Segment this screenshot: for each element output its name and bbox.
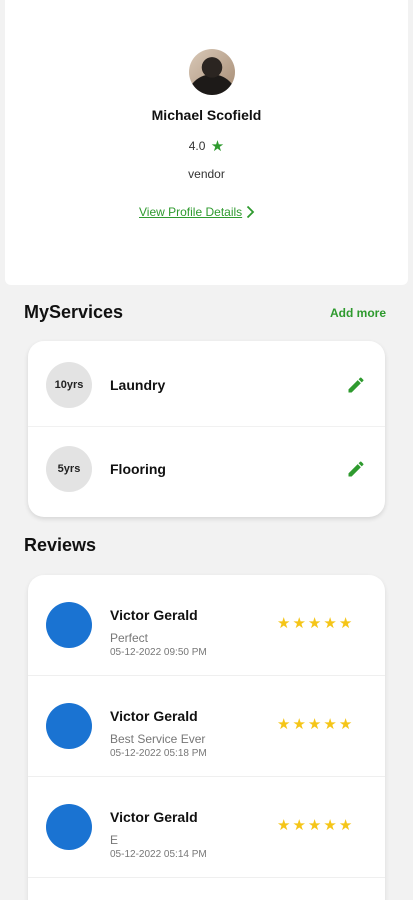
years-badge: 10yrs: [46, 362, 92, 408]
star-icon: ★: [210, 138, 225, 155]
service-name: Laundry: [110, 377, 166, 393]
star-icon: ★: [323, 716, 337, 733]
review-date: 05-12-2022 05:14 PM: [110, 849, 207, 860]
star-icon: ★: [323, 615, 337, 632]
profile-avatar[interactable]: [189, 49, 235, 95]
review-text: E: [110, 833, 119, 847]
review-text: Best Service Ever: [110, 732, 206, 746]
star-icon: ★: [277, 817, 291, 834]
review-item: Victor Gerald Best Service Ever 05-12-20…: [28, 676, 385, 777]
pencil-icon[interactable]: [346, 459, 366, 479]
view-profile-details-label: View Profile Details: [139, 205, 243, 219]
star-icon: ★: [323, 817, 337, 834]
review-item: Victor Gerald E 05-12-2022 05:14 PM ★ ★ ★ ★…: [28, 777, 385, 878]
star-icon: ★: [338, 615, 353, 632]
review-date: 05-12-2022 09:50 PM: [110, 647, 207, 658]
review-date: 05-12-2022 05:18 PM: [110, 748, 207, 759]
service-item[interactable]: 5yrs Flooring: [28, 426, 385, 510]
profile-role: vendor: [188, 167, 225, 181]
reviews-section-title: Reviews: [24, 535, 97, 555]
star-icon: ★: [277, 716, 291, 733]
star-icon: ★: [338, 817, 353, 834]
review-text: Perfect: [110, 631, 149, 645]
star-icon: ★: [292, 615, 306, 632]
star-icon: ★: [307, 615, 322, 632]
star-icon: ★: [277, 615, 291, 632]
reviewer-avatar: [46, 703, 92, 749]
reviewer-avatar: [46, 602, 92, 648]
reviewer-name: Victor Gerald: [110, 809, 198, 825]
services-section-title: MyServices: [24, 302, 124, 322]
star-icon: ★: [292, 716, 306, 733]
rating-value: 4.0: [188, 139, 206, 153]
chevron-right-icon: [247, 205, 255, 219]
reviewer-name: Victor Gerald: [110, 607, 198, 623]
services-card: 10yrs Laundry 5yrs Flooring: [28, 341, 385, 517]
star-icon: ★: [338, 716, 353, 733]
star-icon: ★: [307, 817, 322, 834]
add-more-button[interactable]: Add more: [330, 306, 386, 320]
star-rating: ★ ★ ★ ★ ★: [277, 717, 352, 732]
profile-rating: 4.0 ★: [0, 137, 413, 155]
reviewer-avatar: [46, 804, 92, 850]
star-icon: ★: [292, 817, 306, 834]
years-badge: 5yrs: [46, 445, 92, 492]
reviews-card: Victor Gerald Perfect 05-12-2022 09:50 P…: [28, 575, 385, 900]
view-profile-details-link[interactable]: View Profile Details: [139, 205, 255, 219]
reviewer-name: Victor Gerald: [110, 708, 198, 724]
service-item[interactable]: 10yrs Laundry: [28, 343, 385, 427]
star-icon: ★: [307, 716, 322, 733]
star-rating: ★ ★ ★ ★ ★: [277, 616, 352, 631]
star-rating: ★ ★ ★ ★ ★: [277, 818, 352, 833]
pencil-icon[interactable]: [346, 375, 366, 395]
profile-name: Michael Scofield: [151, 107, 262, 123]
review-item: Victor Gerald Perfect 05-12-2022 09:50 P…: [28, 575, 385, 676]
service-name: Flooring: [110, 460, 166, 477]
